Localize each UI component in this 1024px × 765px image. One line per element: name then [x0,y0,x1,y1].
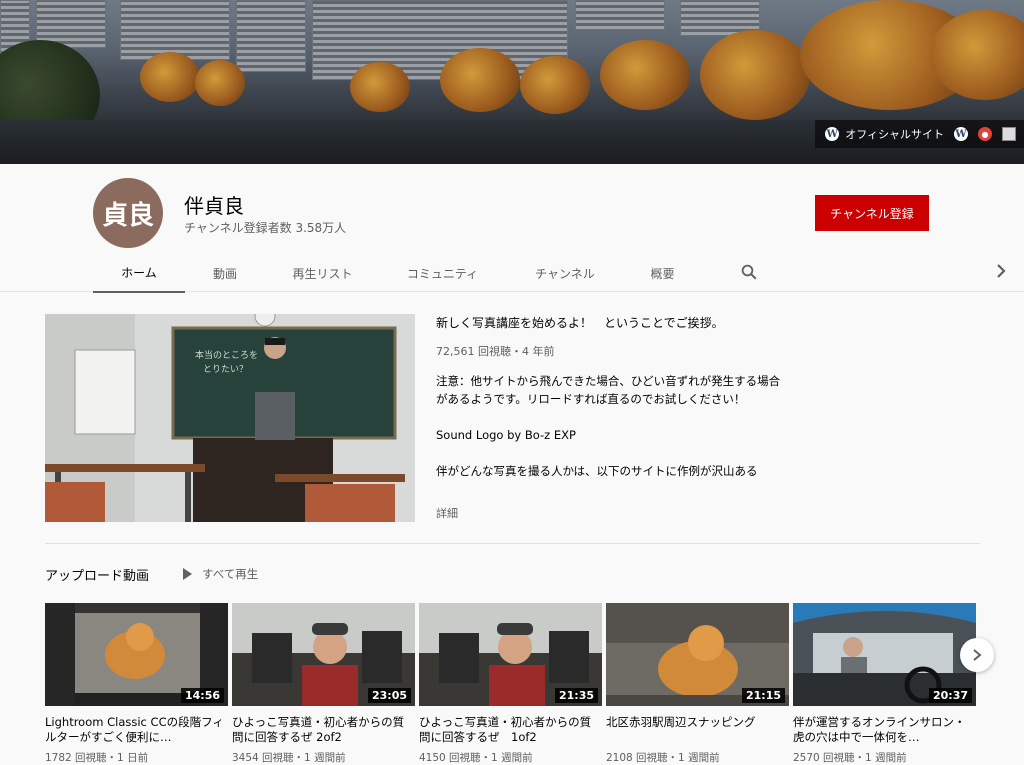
video-duration: 21:15 [741,688,785,703]
channel-avatar[interactable]: 貞良 [93,178,163,248]
record-link[interactable]: ● [978,127,992,141]
section-divider [45,543,980,544]
tab-channels[interactable]: チャンネル [505,253,625,293]
official-site-link[interactable]: W オフィシャルサイト [825,126,944,142]
play-all-button[interactable]: すべて再生 [183,566,258,582]
video-title[interactable]: Lightroom Classic CCの段階フィルターがすごく便利に… [45,715,228,745]
video-meta: 3454 回視聴・1 週間前 [232,752,346,764]
banner-tree [600,40,690,110]
video-duration: 21:35 [554,688,598,703]
video-title[interactable]: 北区赤羽駅周辺スナッピング [606,715,789,745]
video-meta: 1782 回視聴・1 日前 [45,752,149,764]
video-duration: 23:05 [367,688,411,703]
banner-tree [195,60,245,106]
wordpress-link[interactable]: W [954,127,968,141]
featured-more-link[interactable]: 詳細 [436,505,458,521]
tab-about[interactable]: 概要 [625,253,700,293]
banner-tree [520,56,590,114]
video-meta: 2108 回視聴・1 週間前 [606,752,720,764]
chevron-right-icon[interactable] [994,262,1008,280]
tab-playlists[interactable]: 再生リスト [265,253,380,293]
video-card[interactable]: 14:56 Lightroom Classic CCの段階フィルターがすごく便利… [45,603,228,765]
channel-tabs: ホーム 動画 再生リスト コミュニティ チャンネル 概要 [93,253,700,293]
banner-building [120,0,230,60]
featured-video-title[interactable]: 新しく写真講座を始めるよ！ ということでご挨拶。 [436,314,724,331]
video-thumbnail[interactable]: 21:35 [419,603,602,706]
tab-community[interactable]: コミュニティ [380,253,505,293]
channel-banner: W オフィシャルサイト W ● [0,0,1024,164]
video-card[interactable]: 21:15 北区赤羽駅周辺スナッピング 2108 回視聴・1 週間前 [606,603,789,765]
video-duration: 14:56 [180,688,224,703]
video-duration: 20:37 [928,688,972,703]
profile-link[interactable] [1002,127,1016,141]
svg-text:本当のところを: 本当のところを [195,349,258,361]
uploads-section-title[interactable]: アップロード動画 [45,565,149,584]
tab-home[interactable]: ホーム [93,253,185,293]
banner-links: W オフィシャルサイト W ● [815,120,1024,148]
featured-video-meta: 72,561 回視聴・4 年前 [436,345,555,358]
video-card[interactable]: 21:35 ひよっこ写真道・初心者からの質問に回答するぜ 1of2 4150 回… [419,603,602,765]
search-icon[interactable] [740,263,758,281]
chevron-right-icon [973,649,982,661]
video-card[interactable]: 23:05 ひよっこ写真道・初心者からの質問に回答するぜ 2of2 3454 回… [232,603,415,765]
featured-video-description: 注意：他サイトから飛んできた場合、ひどい音ずれが発生する場合があるようです。リロ… [436,374,781,478]
profile-picture-icon [1002,127,1016,141]
wordpress-icon: W [825,127,840,141]
banner-tree [350,62,410,112]
play-icon [183,568,192,580]
subscriber-count: チャンネル登録者数 3.58万人 [184,221,347,235]
video-meta: 2570 回視聴・1 週間前 [793,752,907,764]
video-thumbnail[interactable]: 23:05 [232,603,415,706]
banner-tree [440,48,520,112]
video-title[interactable]: ひよっこ写真道・初心者からの質問に回答するぜ 2of2 [232,715,415,745]
video-meta: 4150 回視聴・1 週間前 [419,752,533,764]
tab-videos[interactable]: 動画 [185,253,265,293]
video-title[interactable]: 伴が運営するオンラインサロン・虎の穴は中で一体何を… [793,715,976,745]
carousel-next-button[interactable] [960,638,994,672]
video-thumbnail[interactable]: 21:15 [606,603,789,706]
record-icon: ● [978,127,992,141]
featured-video-thumbnail[interactable]: 本当のところを とりたい？ [45,314,415,522]
subscribe-button[interactable]: チャンネル登録 [815,195,929,231]
banner-building [575,0,665,30]
video-thumbnail[interactable]: 20:37 [793,603,976,706]
video-card[interactable]: 20:37 伴が運営するオンラインサロン・虎の穴は中で一体何を… 2570 回視… [793,603,976,765]
banner-tree [700,30,810,120]
channel-name: 伴貞良 [184,194,244,218]
svg-text:とりたい？: とりたい？ [203,364,248,375]
banner-tree [140,52,200,102]
video-title[interactable]: ひよっこ写真道・初心者からの質問に回答するぜ 1of2 [419,715,602,745]
video-thumbnail[interactable]: 14:56 [45,603,228,706]
banner-building [236,0,306,72]
wordpress-icon: W [954,127,968,141]
